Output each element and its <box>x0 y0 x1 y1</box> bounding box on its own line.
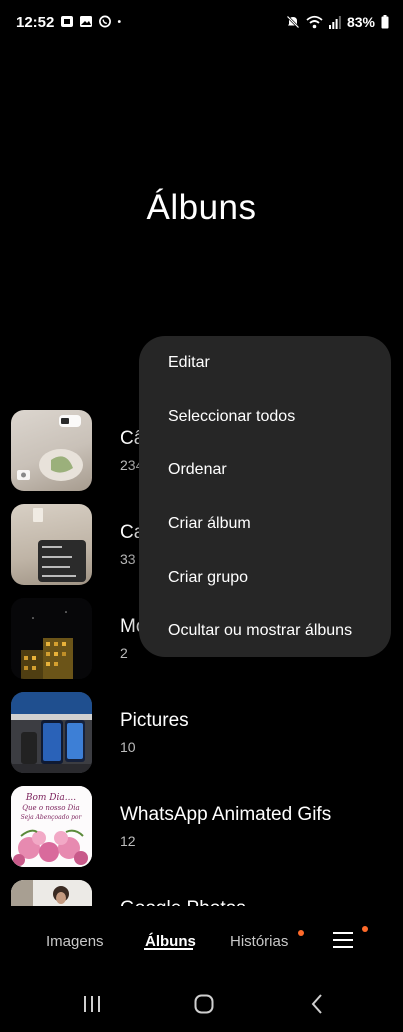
album-thumbnail: Bom Dia.... Que o nosso Dia Seja Abençoa… <box>11 786 92 867</box>
battery-icon <box>381 15 389 29</box>
menu-badge-dot <box>362 926 368 932</box>
album-count: 10 <box>120 739 136 755</box>
battery-percent: 83% <box>346 14 375 30</box>
system-navigation-bar <box>0 976 403 1032</box>
hamburger-menu-icon[interactable] <box>333 931 353 949</box>
album-name: Pictures <box>120 710 189 731</box>
svg-text:Seja Abençoado por: Seja Abençoado por <box>21 814 83 821</box>
wifi-icon <box>306 15 323 29</box>
album-thumbnail <box>11 598 92 679</box>
album-count: 2 <box>120 645 128 661</box>
album-thumbnail <box>11 504 92 585</box>
back-icon[interactable] <box>308 993 328 1015</box>
context-menu: Editar Seleccionar todos Ordenar Criar á… <box>139 336 391 657</box>
menu-item-create-album[interactable]: Criar álbum <box>168 515 251 533</box>
album-count: 33 <box>120 551 136 567</box>
notification-icons <box>60 15 125 28</box>
recent-apps-icon[interactable] <box>82 994 102 1014</box>
album-thumbnail <box>11 410 92 491</box>
sim-card-icon <box>61 16 73 27</box>
status-bar: 12:52 83% <box>0 0 403 46</box>
dot-icon <box>117 20 121 23</box>
album-item-google-photos[interactable]: Google Photos <box>0 880 403 906</box>
page-title: Álbuns <box>146 188 257 227</box>
menu-item-edit[interactable]: Editar <box>168 354 210 372</box>
album-name: Google Photos <box>120 898 246 906</box>
menu-item-create-group[interactable]: Criar grupo <box>168 569 248 587</box>
tab-images[interactable]: Imagens <box>46 933 104 950</box>
whatsapp-icon <box>99 15 111 28</box>
album-item-whatsapp-gifs[interactable]: Bom Dia.... Que o nosso Dia Seja Abençoa… <box>0 786 403 868</box>
signal-icon <box>328 16 341 29</box>
svg-text:Bom Dia....: Bom Dia.... <box>25 793 76 803</box>
image-icon <box>80 16 92 27</box>
active-tab-indicator <box>144 948 193 950</box>
menu-item-sort[interactable]: Ordenar <box>168 461 227 479</box>
svg-text:Que o nosso Dia: Que o nosso Dia <box>22 804 79 812</box>
menu-item-hide-show-albums[interactable]: Ocultar ou mostrar álbuns <box>168 622 352 640</box>
stories-badge-dot <box>298 930 304 936</box>
album-thumbnail <box>11 692 92 773</box>
album-item-pictures[interactable]: Pictures 10 <box>0 692 403 774</box>
status-time: 12:52 <box>16 14 55 31</box>
mute-icon <box>286 15 300 29</box>
album-count: 12 <box>120 833 136 849</box>
status-right: 83% <box>286 14 389 30</box>
home-icon[interactable] <box>193 993 215 1015</box>
album-name: WhatsApp Animated Gifs <box>120 804 332 825</box>
album-thumbnail <box>11 880 92 906</box>
tab-stories[interactable]: Histórias <box>230 933 288 950</box>
menu-item-select-all[interactable]: Seleccionar todos <box>168 408 295 426</box>
